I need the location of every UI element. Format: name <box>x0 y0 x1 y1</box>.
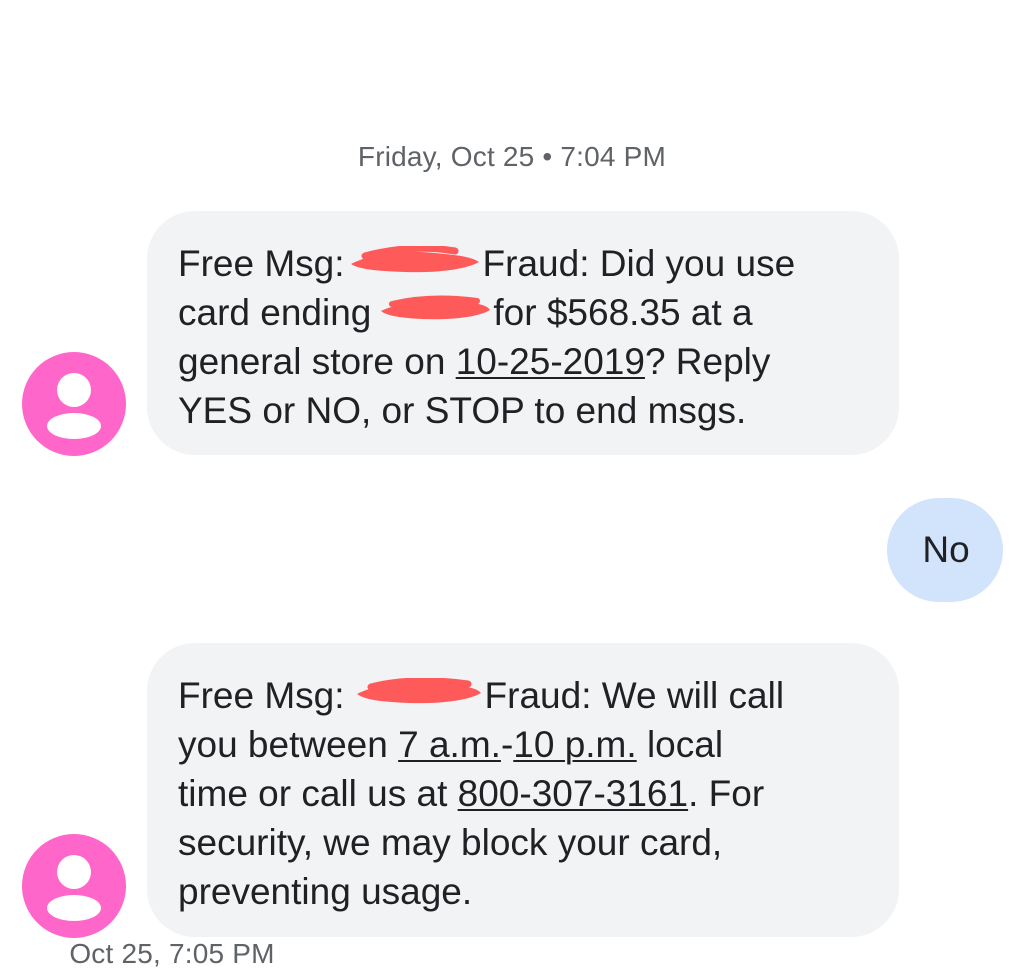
message-line: you between 7 a.m.-10 p.m. local <box>178 720 869 769</box>
person-icon <box>47 373 101 439</box>
message-text: Fraud: Did you use <box>482 243 796 284</box>
outgoing-message-bubble[interactable]: No <box>887 498 1003 602</box>
redaction-mark <box>377 295 493 325</box>
message-text: local <box>636 724 724 765</box>
message-text: - <box>500 724 514 765</box>
message-line: general store on 10-25-2019? Reply <box>178 337 869 386</box>
redaction-mark <box>345 246 483 276</box>
message-text: YES or NO, or STOP to end msgs. <box>178 390 747 431</box>
message-text: for $568.35 at a <box>493 292 753 333</box>
message-line: preventing usage. <box>178 867 869 916</box>
time-link[interactable]: 7 a.m. <box>398 724 501 765</box>
time-link[interactable]: 10 p.m. <box>513 724 636 765</box>
incoming-message-bubble[interactable]: Free Msg: Fraud: We will call you betwee… <box>147 643 899 937</box>
conversation-timestamp: Friday, Oct 25 • 7:04 PM <box>357 141 667 172</box>
date-link[interactable]: 10-25-2019 <box>456 341 645 382</box>
sender-avatar[interactable] <box>22 352 126 456</box>
message-text: No <box>922 529 970 570</box>
phone-link[interactable]: 800-307-3161 <box>458 773 688 814</box>
message-line: Free Msg: Fraud: Did you use <box>178 239 869 288</box>
redaction-mark <box>353 678 485 708</box>
message-text: security, we may block your card, <box>178 822 723 863</box>
sender-avatar[interactable] <box>22 834 126 938</box>
message-line: time or call us at 800-307-3161. For <box>178 769 869 818</box>
message-text: . For <box>688 773 765 814</box>
message-text: Free Msg: <box>178 675 345 716</box>
message-text: preventing usage. <box>178 871 473 912</box>
message-line: YES or NO, or STOP to end msgs. <box>178 386 869 435</box>
message-line: card ending for $568.35 at a <box>178 288 869 337</box>
conversation-timestamp: Oct 25, 7:05 PM <box>69 938 275 969</box>
message-text: card ending <box>178 292 372 333</box>
person-icon <box>47 855 101 921</box>
message-text: Fraud: We will call <box>484 675 785 716</box>
message-line: Free Msg: Fraud: We will call <box>178 671 869 720</box>
incoming-message-bubble[interactable]: Free Msg: Fraud: Did you use card ending… <box>147 211 899 455</box>
message-line: security, we may block your card, <box>178 818 869 867</box>
message-text: ? Reply <box>644 341 771 382</box>
message-text: time or call us at <box>178 773 458 814</box>
message-text: general store on <box>178 341 456 382</box>
message-text: Free Msg: <box>178 243 345 284</box>
message-text: you between <box>178 724 399 765</box>
